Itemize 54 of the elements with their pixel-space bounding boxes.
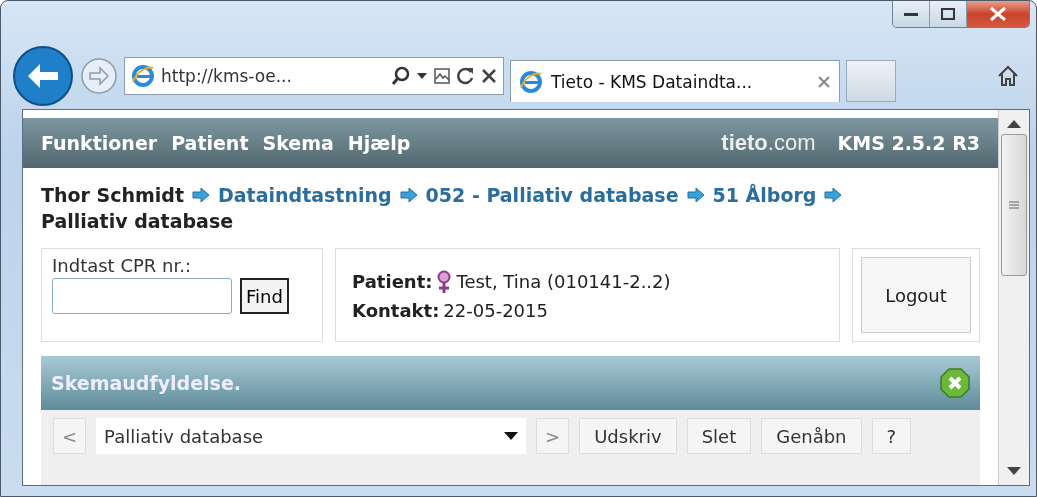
maximize-button[interactable] (930, 1, 967, 27)
female-icon (436, 269, 453, 294)
menu-item[interactable]: Funktioner (41, 132, 158, 154)
browser-tab[interactable]: Tieto - KMS Dataindta... (510, 60, 840, 102)
cpr-input[interactable] (52, 278, 232, 314)
stop-icon[interactable] (481, 68, 497, 84)
grip-icon (1009, 201, 1019, 209)
close-icon[interactable] (940, 368, 970, 398)
scroll-down-icon[interactable] (1007, 467, 1021, 475)
breadcrumb-link[interactable]: 51 Ålborg (712, 182, 817, 208)
maximize-icon (941, 8, 955, 20)
home-icon[interactable] (996, 64, 1020, 88)
scrollbar[interactable] (998, 110, 1029, 485)
brand-logo: tieto.com (721, 130, 816, 156)
panel-title: Skemaudfyldelse. (51, 372, 242, 394)
compatibility-icon[interactable] (433, 67, 451, 85)
minimize-button[interactable] (893, 1, 930, 27)
menu-item[interactable]: Hjælp (347, 132, 411, 154)
refresh-icon[interactable] (457, 67, 475, 85)
address-field[interactable]: http://kms-oe... (124, 57, 504, 95)
toolbar-button[interactable]: Genåbn (761, 418, 862, 454)
patient-label: Patient: (352, 271, 433, 292)
search-icon[interactable] (391, 66, 411, 86)
close-button[interactable] (967, 1, 1029, 27)
menu-item[interactable]: Skema (262, 132, 334, 154)
breadcrumb-link[interactable]: 052 - Palliativ database (425, 182, 679, 208)
menu-item[interactable]: Patient (171, 132, 249, 154)
toolbar-button[interactable]: ? (871, 418, 912, 454)
find-button[interactable]: Find (240, 278, 289, 314)
version-label: KMS 2.5.2 R3 (837, 132, 980, 154)
arrow-icon (824, 188, 843, 202)
contact-label: Kontakt: (352, 299, 440, 321)
toolbar-button[interactable]: Udskriv (579, 418, 677, 454)
scroll-up-icon[interactable] (1007, 120, 1021, 128)
close-icon (989, 7, 1007, 21)
back-button[interactable] (12, 45, 74, 107)
arrow-icon (686, 188, 705, 202)
caret-icon (504, 432, 519, 440)
caret-icon[interactable] (417, 73, 427, 79)
browser-logo-icon (519, 69, 543, 94)
contact-date: 22-05-2015 (443, 299, 548, 321)
logout-button[interactable]: Logout (861, 257, 971, 333)
breadcrumb-item: Palliativ database (41, 209, 234, 234)
breadcrumb-link[interactable]: Dataindtastning (218, 182, 392, 208)
arrow-icon (399, 188, 418, 202)
close-icon[interactable] (817, 74, 831, 89)
browser-logo-icon (131, 64, 155, 88)
arrow-icon (192, 188, 210, 202)
cpr-label: Indtast CPR nr.: (52, 255, 191, 276)
patient-name: Test, Tina (010141-2..2) (456, 271, 671, 292)
form-select[interactable]: Palliativ database (96, 418, 527, 454)
toolbar-button[interactable]: Slet (686, 418, 752, 454)
breadcrumb-item: Thor Schmidt (41, 183, 184, 208)
minimize-icon (904, 11, 918, 17)
